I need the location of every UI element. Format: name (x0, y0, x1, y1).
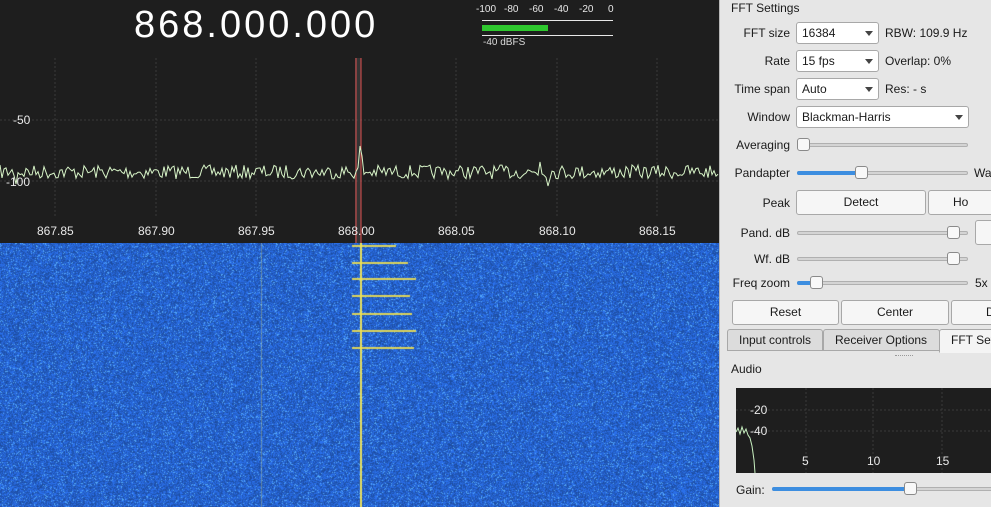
x-axis-label: 868.00 (338, 224, 375, 238)
meter-tick: 0 (608, 4, 614, 15)
resolution-text: Res: - s (885, 82, 927, 96)
hold-button[interactable]: Ho (928, 190, 991, 215)
freq-zoom-slider[interactable] (797, 276, 968, 290)
timespan-select[interactable]: Auto (796, 78, 879, 100)
timespan-label: Time span (734, 82, 790, 96)
wf-db-slider[interactable] (797, 252, 968, 266)
tab-input-controls[interactable]: Input controls (727, 329, 823, 351)
chevron-down-icon (955, 115, 963, 120)
rate-label: Rate (764, 54, 790, 68)
fft-size-label: FFT size (743, 26, 790, 40)
pand-db-lock-button[interactable] (975, 220, 991, 245)
slider-handle[interactable] (810, 276, 823, 289)
waterfall-label: Wa (974, 166, 991, 180)
timespan-value: Auto (802, 82, 827, 96)
gain-slider[interactable] (772, 482, 991, 496)
chevron-down-icon (865, 31, 873, 36)
peak-label: Peak (762, 196, 790, 210)
rbw-text: RBW: 109.9 Hz (885, 26, 968, 40)
reset-button[interactable]: Reset (732, 300, 839, 325)
window-label: Window (747, 110, 790, 124)
meter-level-text: -40 dBFS (483, 37, 526, 48)
spectrum-svg (0, 58, 719, 243)
audio-x-label: 5 (802, 454, 809, 468)
slider-handle[interactable] (904, 482, 917, 495)
d-button[interactable]: D (951, 300, 991, 325)
x-axis-label: 868.15 (639, 224, 676, 238)
freq-zoom-value: 5x (975, 276, 988, 290)
x-axis-label: 868.10 (539, 224, 576, 238)
audio-x-label: 10 (867, 454, 881, 468)
frequency-display: 868.000.000 -100 -80 -60 -40 -20 0 -40 d… (0, 0, 719, 58)
pandapter-slider[interactable] (797, 166, 968, 180)
audio-x-label: 15 (936, 454, 950, 468)
pand-db-slider[interactable] (797, 226, 968, 240)
x-axis-label: 867.85 (37, 224, 74, 238)
meter-tick: -100 (476, 4, 497, 15)
window-value: Blackman-Harris (802, 110, 891, 124)
y-axis-label: -50 (13, 113, 31, 127)
meter-tick: -20 (579, 4, 594, 15)
rate-value: 15 fps (802, 54, 835, 68)
x-axis-label: 867.95 (238, 224, 275, 238)
x-axis-label: 868.05 (438, 224, 475, 238)
rate-select[interactable]: 15 fps (796, 50, 879, 72)
meter-tick: -80 (504, 4, 519, 15)
window-select[interactable]: Blackman-Harris (796, 106, 969, 128)
gain-label: Gain: (736, 483, 765, 497)
audio-y-label: -40 (750, 424, 768, 438)
meter-scale-line (482, 20, 613, 21)
averaging-label: Averaging (736, 138, 790, 152)
wf-db-label: Wf. dB (753, 252, 790, 266)
audio-y-label: -20 (750, 403, 768, 417)
freq-zoom-label: Freq zoom (732, 276, 790, 290)
y-axis-label: -100 (6, 175, 31, 189)
center-button[interactable]: Center (841, 300, 949, 325)
overlap-text: Overlap: 0% (885, 54, 952, 68)
receiver-display: 868.000.000 -100 -80 -60 -40 -20 0 -40 d… (0, 0, 719, 507)
audio-fft-plot: -20 -40 5 10 15 (736, 388, 991, 473)
pandapter-plot[interactable]: -50 -100 867.85 867.90 867.95 868.00 868… (0, 58, 719, 243)
splitter-handle[interactable] (895, 355, 913, 358)
meter-tick: -40 (554, 4, 569, 15)
tab-fft-settings[interactable]: FFT Set (939, 329, 991, 353)
fft-size-select[interactable]: 16384 (796, 22, 879, 44)
slider-handle[interactable] (947, 252, 960, 265)
meter-tick: -60 (529, 4, 544, 15)
averaging-slider[interactable] (797, 138, 968, 152)
detect-button[interactable]: Detect (796, 190, 926, 215)
panel-title: FFT Settings (731, 1, 800, 15)
frequency-readout[interactable]: 868.000.000 (134, 4, 378, 47)
pand-db-label: Pand. dB (740, 226, 790, 240)
slider-handle[interactable] (947, 226, 960, 239)
pandapter-label: Pandapter (734, 166, 790, 180)
fft-settings-panel: FFT Settings FFT size 16384 RBW: 109.9 H… (719, 0, 991, 507)
audio-svg (736, 388, 991, 473)
chevron-down-icon (865, 87, 873, 92)
tab-receiver-options[interactable]: Receiver Options (823, 329, 940, 351)
meter-track-line (482, 35, 613, 36)
slider-handle[interactable] (797, 138, 810, 151)
chevron-down-icon (865, 59, 873, 64)
audio-title: Audio (731, 362, 762, 376)
meter-level-bar (482, 25, 548, 31)
signal-meter: -100 -80 -60 -40 -20 0 -40 dBFS (474, 4, 619, 52)
x-axis-label: 867.90 (138, 224, 175, 238)
fft-size-value: 16384 (802, 26, 836, 40)
slider-handle[interactable] (855, 166, 868, 179)
waterfall-display[interactable] (0, 243, 719, 507)
